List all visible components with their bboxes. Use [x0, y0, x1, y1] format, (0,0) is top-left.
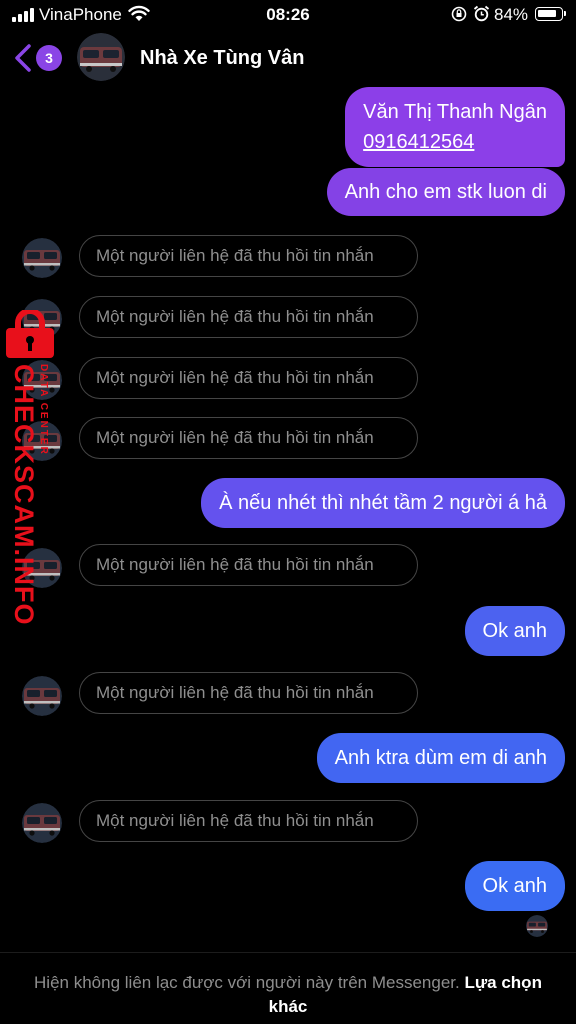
battery-percentage: 84% — [494, 5, 529, 24]
outgoing-message[interactable]: À nếu nhét thì nhét tầm 2 người á hả — [201, 478, 565, 528]
outgoing-message[interactable]: Anh cho em stk luon di — [326, 168, 565, 216]
recalled-message[interactable]: Một người liên hệ đã thu hồi tin nhắn — [79, 417, 418, 459]
recalled-message[interactable]: Một người liên hệ đã thu hồi tin nhắn — [79, 544, 418, 586]
sender-avatar — [22, 803, 62, 843]
alarm-icon — [473, 5, 490, 27]
recalled-message[interactable]: Một người liên hệ đã thu hồi tin nhắn — [79, 672, 418, 714]
recalled-message[interactable]: Một người liên hệ đã thu hồi tin nhắn — [79, 235, 418, 277]
unread-count-badge: 3 — [36, 45, 62, 71]
recalled-message[interactable]: Một người liên hệ đã thu hồi tin nhắn — [79, 357, 418, 399]
message-line: Văn Thị Thanh Ngân — [363, 101, 547, 123]
footer-text-block: Hiện không liên lạc được với người này t… — [30, 971, 546, 1019]
chat-header: 3 Nhà Xe Tùng Vân — [0, 30, 576, 86]
status-bar: VinaPhone 08:26 84% — [0, 0, 576, 30]
sender-avatar — [22, 676, 62, 716]
unavailable-notice: Hiện không liên lạc được với người này t… — [34, 973, 460, 992]
footer-notice: Hiện không liên lạc được với người này t… — [0, 952, 576, 1024]
sender-avatar — [22, 548, 62, 588]
chevron-left-icon — [15, 44, 31, 72]
outgoing-message[interactable]: Ok anh — [464, 861, 565, 911]
sender-avatar — [22, 238, 62, 278]
outgoing-message[interactable]: Anh ktra dùm em di anh — [316, 733, 565, 783]
contact-avatar[interactable] — [77, 33, 125, 81]
back-button[interactable]: 3 — [14, 42, 66, 74]
contact-name[interactable]: Nhà Xe Tùng Vân — [140, 47, 304, 70]
messenger-chat-screen: VinaPhone 08:26 84% 3 Nhà Xe Tùng Vân Vă… — [0, 0, 576, 1024]
recalled-message[interactable]: Một người liên hệ đã thu hồi tin nhắn — [79, 800, 418, 842]
outgoing-message[interactable]: Văn Thị Thanh Ngân 0916412564 — [345, 87, 565, 167]
orientation-lock-icon — [451, 6, 467, 27]
message-list[interactable]: Văn Thị Thanh Ngân 0916412564 Anh cho em… — [0, 86, 576, 952]
sender-avatar — [22, 299, 62, 339]
battery-fill — [538, 10, 556, 17]
battery-icon — [535, 7, 566, 21]
sender-avatar — [22, 360, 62, 400]
seen-receipt-avatar — [526, 915, 548, 937]
sender-avatar — [22, 421, 62, 461]
phone-number-link[interactable]: 0916412564 — [363, 127, 547, 157]
outgoing-message[interactable]: Ok anh — [464, 606, 565, 656]
recalled-message[interactable]: Một người liên hệ đã thu hồi tin nhắn — [79, 296, 418, 338]
